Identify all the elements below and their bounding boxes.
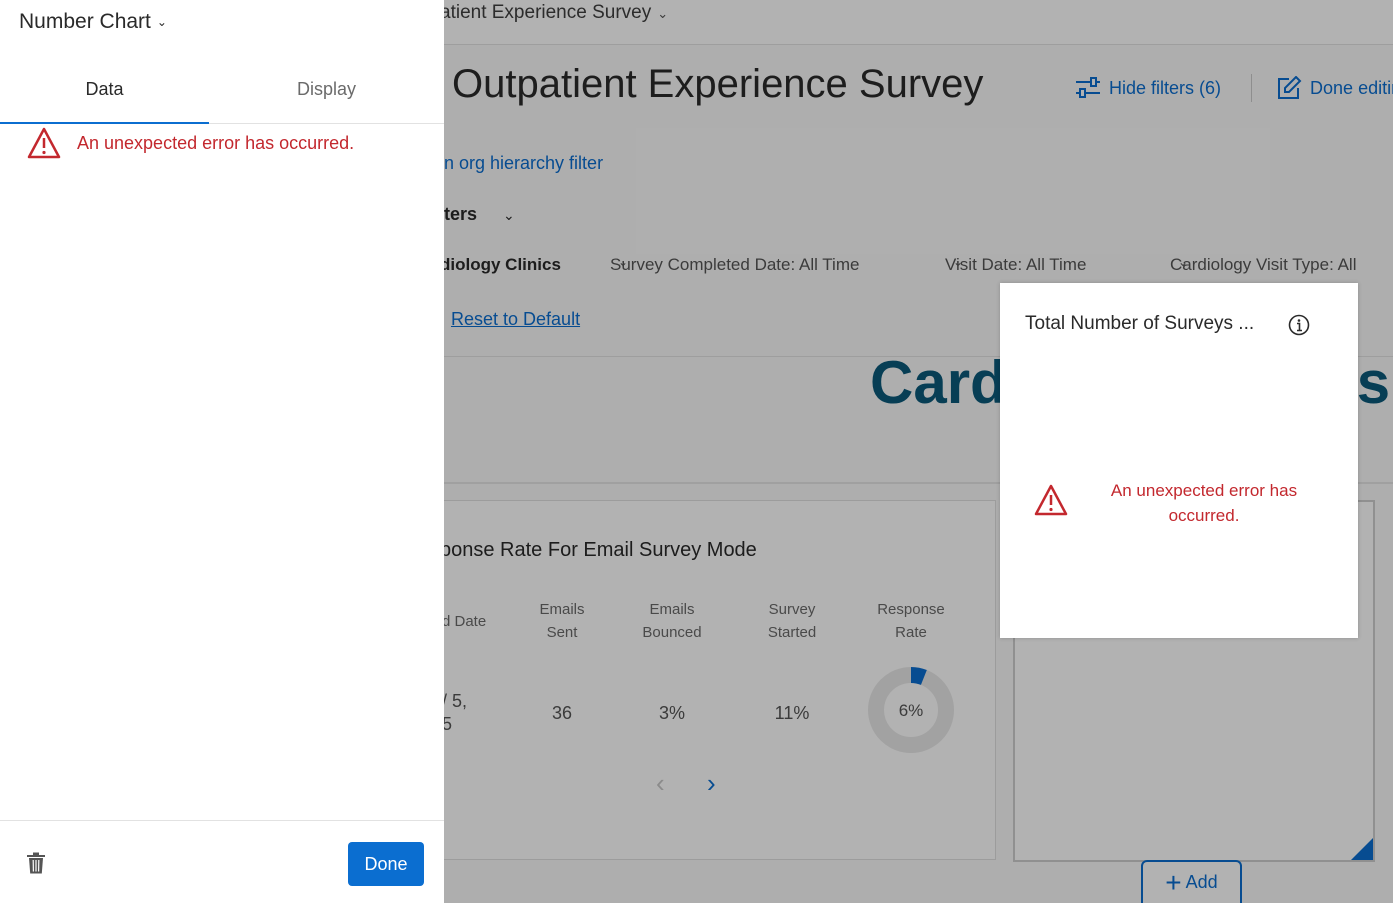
widget-type-selector[interactable]: Number Chart ⌄ — [19, 10, 167, 34]
warning-icon — [1034, 484, 1068, 516]
panel-tabs: Data Display — [0, 68, 444, 124]
widget-error-message: An unexpected error has occurred. — [1098, 478, 1310, 528]
trash-icon[interactable] — [26, 852, 46, 874]
warning-icon — [27, 127, 61, 159]
widget-edit-panel: Number Chart ⌄ Data Display An unexpected… — [0, 0, 444, 903]
done-button[interactable]: Done — [348, 842, 424, 886]
panel-footer: Done — [0, 820, 444, 904]
widget-type-label: Number Chart — [19, 10, 151, 33]
widget-preview-card: Total Number of Surveys ... An unexpecte… — [1000, 283, 1358, 638]
panel-error: An unexpected error has occurred. — [27, 127, 354, 159]
widget-preview-title: Total Number of Surveys ... — [1025, 313, 1270, 335]
info-icon[interactable] — [1288, 314, 1310, 336]
chevron-down-icon: ⌄ — [157, 15, 167, 29]
tab-display[interactable]: Display — [222, 68, 431, 122]
tab-data[interactable]: Data — [0, 68, 209, 124]
panel-error-message: An unexpected error has occurred. — [77, 133, 354, 154]
